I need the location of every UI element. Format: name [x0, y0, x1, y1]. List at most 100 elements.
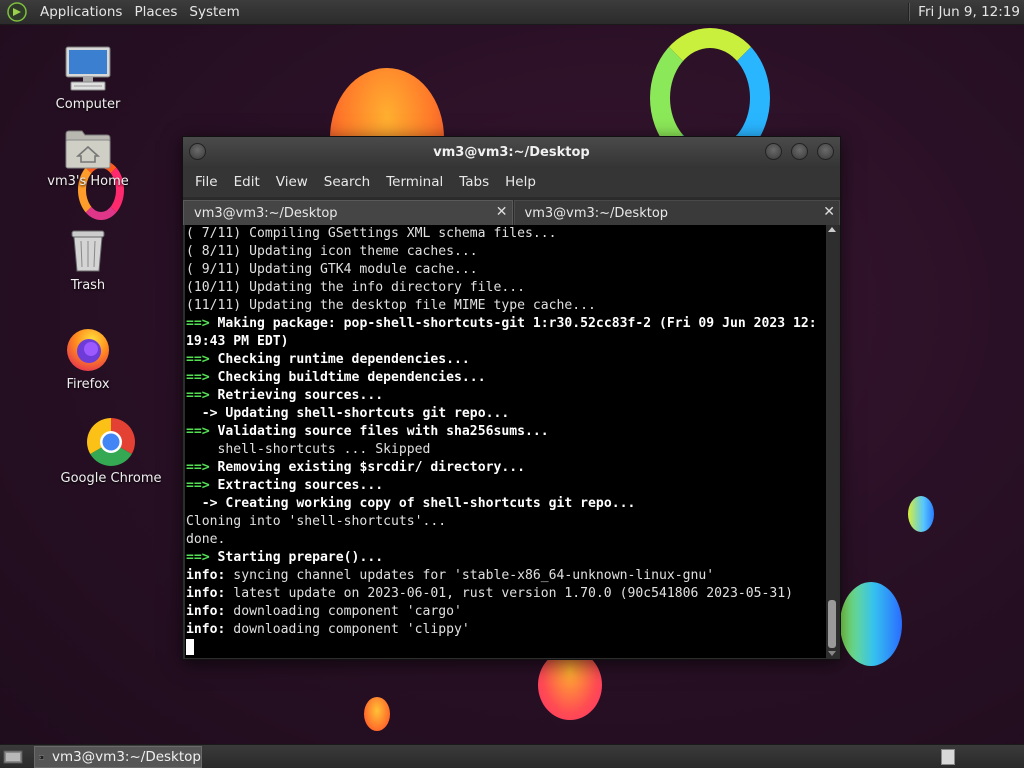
taskbar-item-terminal[interactable]: vm3@vm3:~/Desktop: [34, 746, 202, 768]
terminal-window[interactable]: vm3@vm3:~/Desktop File Edit View Search …: [182, 136, 841, 660]
terminal-text: ==>: [186, 316, 218, 331]
desktop-icon-firefox[interactable]: Firefox: [38, 325, 138, 392]
mate-menu-icon[interactable]: [6, 1, 28, 23]
desktop-icon-label: vm3's Home: [47, 174, 129, 189]
terminal-text: ==>: [186, 460, 218, 475]
desktop-icon-home[interactable]: vm3's Home: [38, 128, 138, 189]
terminal-text: shell-shortcuts ... Skipped: [186, 442, 431, 457]
wallpaper-shape: [908, 496, 934, 532]
menu-help[interactable]: Help: [497, 174, 544, 190]
window-menu-button[interactable]: [189, 143, 206, 160]
terminal-text: ==>: [186, 370, 218, 385]
minimize-button[interactable]: [765, 143, 782, 160]
terminal-text: ==>: [186, 478, 218, 493]
menu-tabs[interactable]: Tabs: [451, 174, 497, 190]
terminal-text: Checking runtime dependencies...: [217, 352, 470, 367]
terminal-text: -> Updating shell-shortcuts git repo...: [201, 406, 510, 421]
terminal-line: ==> Removing existing $srcdir/ directory…: [186, 459, 826, 477]
top-panel: Applications Places System Fri Jun 9, 12…: [0, 0, 1024, 25]
terminal-line: ( 8/11) Updating icon theme caches...: [186, 243, 826, 261]
terminal-line: -> Updating shell-shortcuts git repo...: [186, 405, 826, 423]
terminal-text: Making package: pop-shell-shortcuts-git …: [217, 316, 817, 331]
terminal-text: ( 7/11) Compiling GSettings XML schema f…: [186, 226, 557, 241]
terminal-lines: ( 7/11) Compiling GSettings XML schema f…: [185, 225, 826, 657]
terminal-text: downloading component 'clippy': [225, 622, 470, 637]
terminal-line: ==> Retrieving sources...: [186, 387, 826, 405]
terminal-text: 19:43 PM EDT): [186, 334, 289, 349]
system-menu[interactable]: System: [183, 4, 245, 20]
menu-edit[interactable]: Edit: [226, 174, 268, 190]
terminal-text: (11/11) Updating the desktop file MIME t…: [186, 298, 596, 313]
terminal-text: ==>: [186, 352, 218, 367]
terminal-output[interactable]: ( 7/11) Compiling GSettings XML schema f…: [185, 225, 826, 658]
bottom-panel: vm3@vm3:~/Desktop: [0, 744, 1024, 768]
scroll-up-arrow-icon[interactable]: [828, 227, 836, 232]
terminal-text: Retrieving sources...: [217, 388, 384, 403]
terminal-line: info: latest update on 2023-06-01, rust …: [186, 585, 826, 603]
close-button[interactable]: [817, 143, 834, 160]
terminal-text: ==>: [186, 424, 218, 439]
terminal-text: (10/11) Updating the info directory file…: [186, 280, 525, 295]
clock[interactable]: Fri Jun 9, 12:19: [918, 4, 1020, 20]
terminal-text: Checking buildtime dependencies...: [217, 370, 486, 385]
terminal-text: info:: [186, 622, 226, 637]
tab-label: vm3@vm3:~/Desktop: [524, 205, 669, 221]
workspace-switcher[interactable]: [941, 749, 955, 765]
menu-search[interactable]: Search: [316, 174, 378, 190]
applications-menu[interactable]: Applications: [34, 4, 128, 20]
menu-bar: File Edit View Search Terminal Tabs Help: [183, 167, 840, 197]
terminal-text: Extracting sources...: [217, 478, 384, 493]
desktop-icon-label: Firefox: [66, 377, 110, 392]
terminal-line: info: downloading component 'cargo': [186, 603, 826, 621]
desktop-icon-label: Trash: [70, 278, 106, 293]
terminal-text: Removing existing $srcdir/ directory...: [217, 460, 525, 475]
terminal-text: syncing channel updates for 'stable-x86_…: [225, 568, 715, 583]
menu-file[interactable]: File: [187, 174, 226, 190]
menu-view[interactable]: View: [268, 174, 316, 190]
menu-terminal[interactable]: Terminal: [378, 174, 451, 190]
terminal-line: ==> Making package: pop-shell-shortcuts-…: [186, 315, 826, 333]
desktop-icon-chrome[interactable]: Google Chrome: [60, 417, 162, 486]
terminal-prompt-line: [186, 639, 826, 657]
close-tab-icon[interactable]: ✕: [496, 204, 508, 220]
terminal-text: done.: [186, 532, 226, 547]
terminal-line: info: downloading component 'clippy': [186, 621, 826, 639]
tab-terminal-1[interactable]: vm3@vm3:~/Desktop ✕: [183, 200, 513, 225]
terminal-icon: [39, 754, 44, 760]
terminal-text: ==>: [186, 388, 218, 403]
terminal-line: ==> Extracting sources...: [186, 477, 826, 495]
scroll-down-arrow-icon[interactable]: [828, 651, 836, 656]
window-title: vm3@vm3:~/Desktop: [433, 144, 590, 160]
tab-label: vm3@vm3:~/Desktop: [194, 205, 338, 221]
terminal-line: shell-shortcuts ... Skipped: [186, 441, 826, 459]
places-menu[interactable]: Places: [128, 4, 183, 20]
title-bar[interactable]: vm3@vm3:~/Desktop: [183, 137, 840, 167]
scroll-thumb[interactable]: [828, 600, 836, 648]
maximize-button[interactable]: [791, 143, 808, 160]
scrollbar[interactable]: [826, 225, 838, 658]
terminal-line: ==> Checking buildtime dependencies...: [186, 369, 826, 387]
terminal-text: Validating source files with sha256sums.…: [217, 424, 549, 439]
desktop-icon-computer[interactable]: Computer: [38, 45, 138, 112]
desktop-icon-label: Google Chrome: [60, 471, 162, 486]
show-desktop-icon[interactable]: [3, 749, 23, 765]
terminal-line: ( 7/11) Compiling GSettings XML schema f…: [186, 225, 826, 243]
firefox-icon: [67, 329, 109, 371]
terminal-text: ==>: [186, 550, 218, 565]
terminal-text: downloading component 'cargo': [225, 604, 462, 619]
terminal-text: latest update on 2023-06-01, rust versio…: [225, 586, 794, 601]
wallpaper-shape: [840, 582, 902, 666]
terminal-line: Cloning into 'shell-shortcuts'...: [186, 513, 826, 531]
terminal-line: -> Creating working copy of shell-shortc…: [186, 495, 826, 513]
terminal-text: ( 9/11) Updating GTK4 module cache...: [186, 262, 478, 277]
terminal-text: info:: [186, 568, 226, 583]
terminal-text: ( 8/11) Updating icon theme caches...: [186, 244, 478, 259]
terminal-line: (10/11) Updating the info directory file…: [186, 279, 826, 297]
terminal-line: ==> Starting prepare()...: [186, 549, 826, 567]
chrome-icon: [87, 418, 135, 466]
terminal-line: ==> Checking runtime dependencies...: [186, 351, 826, 369]
desktop-icon-trash[interactable]: Trash: [38, 228, 138, 293]
close-tab-icon[interactable]: ✕: [823, 204, 835, 220]
tab-terminal-2[interactable]: vm3@vm3:~/Desktop ✕: [513, 200, 840, 225]
